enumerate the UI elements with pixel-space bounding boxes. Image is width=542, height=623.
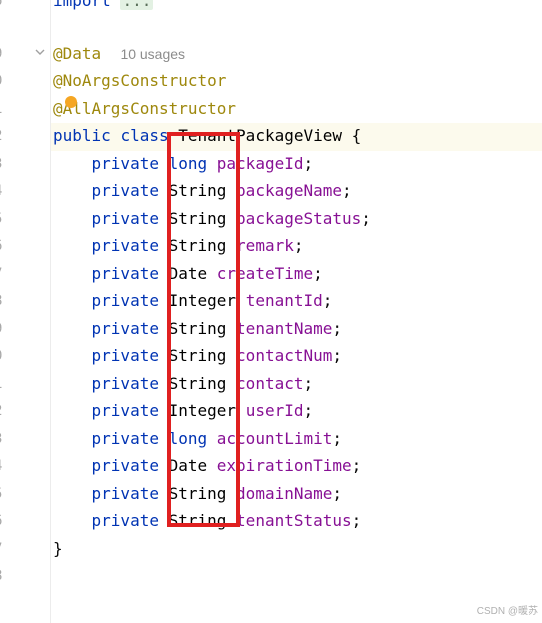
semicolon: ; [332,319,343,338]
line-number: 7 [0,539,8,559]
private-modifier: private [91,264,159,283]
field-name: remark [236,236,294,255]
field-name: tenantId [245,291,323,310]
class-keyword: class [120,126,169,145]
semicolon: ; [303,154,314,173]
field-name: domainName [236,484,333,503]
noargs-annotation: @NoArgsConstructor [53,71,227,90]
private-modifier: private [91,181,159,200]
line-number: 5 [0,209,8,229]
open-brace: { [351,126,362,145]
line-number: 8 [0,566,8,586]
line-number-gutter: 6 9 0 1 2 3 4 5 6 7 8 9 0 1 2 3 4 5 6 7 … [0,0,51,623]
data-annotation: @Data [53,44,102,63]
code-line-import: import ... [53,0,154,11]
line-number: 7 [0,264,8,284]
line-number: 9 [0,44,8,64]
line-number: 3 [0,429,8,449]
private-modifier: private [91,291,159,310]
code-line-noargs-annotation: @NoArgsConstructor [53,71,226,91]
semicolon: ; [332,484,343,503]
semicolon: ; [342,181,352,200]
private-modifier: private [91,456,159,475]
semicolon: ; [293,236,304,255]
semicolon: ; [313,264,323,283]
semicolon: ; [351,511,362,530]
line-number: 6 [0,0,8,11]
allargs-annotation: @AllArgsConstructor [53,99,237,118]
line-number: 2 [0,126,8,146]
line-number: 0 [0,71,8,91]
line-number: 9 [0,319,8,339]
annotation-highlight-box [167,132,240,527]
line-number: 1 [0,374,8,394]
private-modifier: private [91,154,159,173]
code-line-data-annotation: @Data 10 usages [53,44,185,64]
field-name: userId [245,401,304,420]
semicolon: ; [322,291,333,310]
field-name: contactNum [236,346,333,365]
line-number: 4 [0,456,8,476]
code-line-allargs-annotation: @AllArgsConstructor [53,99,236,119]
line-number: 6 [0,236,8,256]
field-name: contact [236,374,304,393]
line-number: 2 [0,401,8,421]
private-modifier: private [91,401,159,420]
semicolon: ; [303,374,314,393]
semicolon: ; [361,209,371,228]
line-number: 5 [0,484,8,504]
watermark: CSDN @暖苏 [476,606,538,617]
field-name: packageStatus [236,209,362,228]
code-editor[interactable]: 6 9 0 1 2 3 4 5 6 7 8 9 0 1 2 3 4 5 6 7 … [0,0,542,623]
field-name: packageName [236,181,343,200]
private-modifier: private [91,209,159,228]
intention-bulb-icon[interactable] [65,96,77,108]
close-brace: } [53,539,63,558]
private-modifier: private [91,511,159,530]
private-modifier: private [91,374,159,393]
private-modifier: private [91,346,159,365]
folded-imports[interactable]: ... [120,0,154,10]
field-name: tenantStatus [236,511,352,530]
import-keyword: import [53,0,111,10]
line-number: 6 [0,511,8,531]
code-line-class-close: } [53,539,63,559]
field-name: tenantName [236,319,333,338]
private-modifier: private [91,319,159,338]
semicolon: ; [332,429,343,448]
line-number: 8 [0,291,8,311]
semicolon: ; [332,346,343,365]
private-modifier: private [91,484,159,503]
line-number: 1 [0,99,8,119]
semicolon: ; [303,401,314,420]
private-modifier: private [91,236,159,255]
line-number: 4 [0,181,8,201]
private-modifier: private [91,429,159,448]
semicolon: ; [351,456,362,475]
usages-hint[interactable]: 10 usages [120,46,185,62]
fold-chevron-icon[interactable] [35,47,45,57]
line-number: 0 [0,346,8,366]
public-keyword: public [53,126,111,145]
line-number: 3 [0,154,8,174]
